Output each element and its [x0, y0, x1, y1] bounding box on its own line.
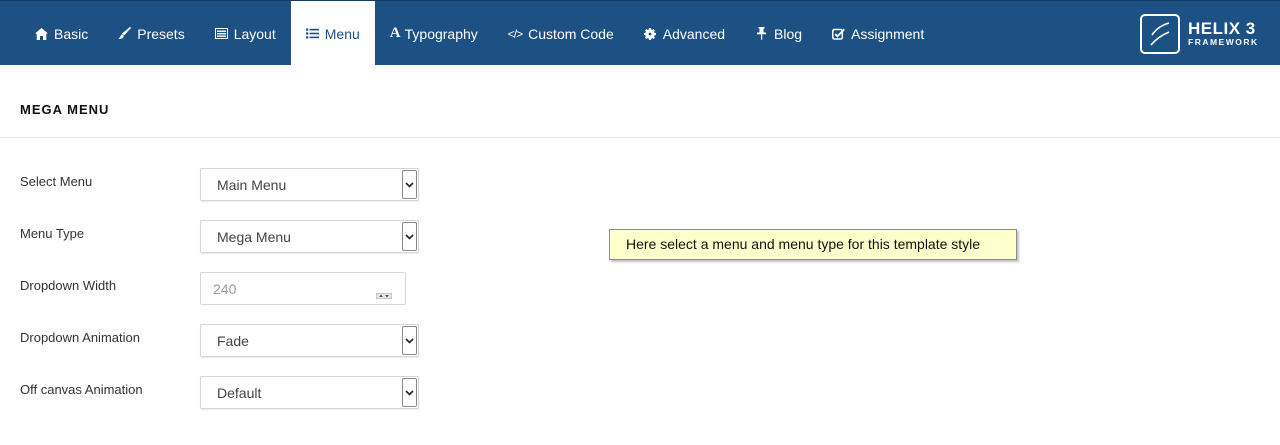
checkbox-icon	[832, 27, 846, 40]
tab-label: Custom Code	[528, 25, 614, 42]
home-icon	[35, 27, 48, 40]
offcanvas-animation-label: Off canvas Animation	[20, 382, 143, 397]
font-icon: A	[389, 25, 401, 41]
dropdown-width-input[interactable]: 240	[200, 272, 406, 305]
tab-label: Basic	[54, 25, 89, 42]
chevron-down-icon[interactable]	[402, 222, 417, 251]
tab-label: Blog	[774, 25, 803, 42]
tab-layout[interactable]: Layout	[200, 1, 291, 66]
tab-label: Assignment	[851, 25, 925, 42]
list-icon	[305, 27, 319, 40]
tab-label: Menu	[324, 25, 360, 42]
section-title: MEGA MENU	[20, 102, 110, 117]
layout-icon	[214, 27, 228, 40]
tab-label: Typography	[404, 25, 478, 42]
dropdown-width-label: Dropdown Width	[20, 278, 117, 293]
select-value: Mega Menu	[217, 229, 291, 245]
tab-presets[interactable]: Presets	[103, 1, 199, 66]
code-icon: </>	[507, 26, 523, 41]
spinner-icon[interactable]	[375, 286, 393, 300]
dropdown-animation-dropdown[interactable]: Fade	[200, 324, 419, 357]
select-menu-label: Select Menu	[20, 174, 93, 189]
gear-icon	[644, 27, 657, 40]
chevron-down-icon[interactable]	[402, 170, 417, 199]
logo-subtitle: FRAMEWORK	[1188, 37, 1259, 47]
helix-logo-mark	[1140, 14, 1180, 54]
select-value: Fade	[217, 333, 249, 349]
select-value: Default	[217, 385, 262, 401]
helix-logo: HELIX 3 FRAMEWORK	[1140, 14, 1259, 54]
chevron-down-icon[interactable]	[402, 378, 417, 407]
pin-icon	[755, 27, 768, 40]
brush-icon	[118, 27, 132, 40]
input-value: 240	[213, 281, 237, 297]
menu-type-label: Menu Type	[20, 226, 85, 241]
help-tooltip: Here select a menu and menu type for thi…	[609, 229, 1017, 260]
tab-custom-code[interactable]: </> Custom Code	[493, 1, 629, 66]
logo-title: HELIX 3	[1188, 19, 1256, 38]
tab-assignment[interactable]: Assignment	[817, 1, 939, 66]
menu-type-dropdown[interactable]: Mega Menu	[200, 220, 419, 253]
section-divider	[0, 137, 1280, 138]
select-menu-dropdown[interactable]: Main Menu	[200, 168, 419, 201]
offcanvas-animation-dropdown[interactable]: Default	[200, 376, 419, 409]
tab-menu[interactable]: Menu	[290, 1, 375, 66]
tab-label: Layout	[233, 25, 276, 42]
tab-label: Advanced	[662, 25, 726, 42]
select-value: Main Menu	[217, 177, 287, 193]
tab-typography[interactable]: A Typography	[375, 1, 493, 66]
top-nav-bar: Basic Presets Layout Menu A Typography <…	[0, 0, 1280, 66]
tab-advanced[interactable]: Advanced	[629, 1, 740, 66]
chevron-down-icon[interactable]	[402, 326, 417, 355]
settings-tabs: Basic Presets Layout Menu A Typography <…	[20, 1, 939, 66]
tab-basic[interactable]: Basic	[20, 1, 103, 66]
tab-label: Presets	[137, 25, 185, 42]
dropdown-animation-label: Dropdown Animation	[20, 330, 140, 345]
tab-blog[interactable]: Blog	[740, 1, 817, 66]
